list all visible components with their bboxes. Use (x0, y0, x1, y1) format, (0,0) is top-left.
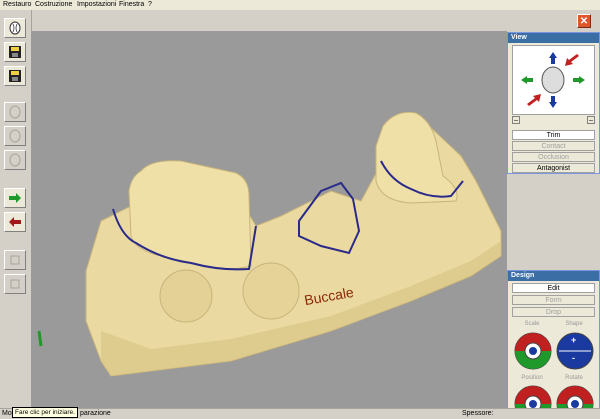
tooth-disabled-button-1[interactable] (4, 102, 26, 122)
menu-costruzione[interactable]: Costruzione (35, 0, 72, 10)
close-icon: ✕ (579, 16, 589, 27)
save-as-icon (9, 70, 21, 82)
rotate-label: Rotate (565, 375, 583, 381)
menu-finestra[interactable]: Finestra (119, 0, 144, 10)
tool-disabled-button-1[interactable] (4, 250, 26, 270)
menu-restauro[interactable]: Restauro (3, 0, 31, 10)
next-button[interactable] (4, 188, 26, 208)
save-as-button[interactable] (4, 66, 26, 86)
edit-button[interactable]: Edit (512, 283, 595, 293)
arrow-right-icon (9, 193, 21, 203)
save-icon (9, 46, 21, 58)
zoom-out-left[interactable]: – (512, 116, 520, 124)
3d-viewport[interactable]: Buccale (31, 31, 507, 408)
arrow-left-icon[interactable] (521, 76, 533, 84)
trim-button[interactable]: Trim (512, 130, 595, 140)
arrow-up-icon[interactable] (549, 52, 557, 64)
design-panel-title: Design (508, 271, 599, 281)
tooth-icon (9, 153, 21, 167)
form-button[interactable]: Form (512, 295, 595, 305)
tooth-bump-1 (159, 269, 213, 323)
dental-model (37, 111, 502, 377)
view-panel: View – – Trim Contact Occlusion Antagoni… (507, 32, 600, 174)
view-navigator[interactable] (512, 45, 595, 115)
antagonist-button[interactable]: Antagonist (512, 163, 595, 173)
menu-help[interactable]: ? (148, 0, 152, 10)
zoom-out-right[interactable]: – (587, 116, 595, 124)
tooth-button[interactable] (4, 18, 26, 38)
shape-minus: - (572, 353, 575, 363)
green-marker-left (37, 330, 43, 347)
design-panel: Design Edit Form Drop Scale Shape + - Po… (507, 270, 600, 418)
tool-icon (10, 279, 20, 289)
close-button[interactable]: ✕ (577, 14, 591, 28)
status-bar: Modi parazione Spessore: (0, 408, 600, 419)
rotate-cw-icon[interactable] (565, 54, 579, 66)
menu-bar: Restauro Costruzione Impostazioni Finest… (0, 0, 600, 10)
top-strip (31, 10, 600, 31)
contact-button[interactable]: Contact (512, 141, 595, 151)
occlusion-button[interactable]: Occlusion (512, 152, 595, 162)
tool-icon (10, 255, 20, 265)
arrow-left-icon (9, 217, 21, 227)
tooth-disabled-button-3[interactable] (4, 150, 26, 170)
position-label: Position (521, 375, 543, 381)
tooth-icon (9, 21, 21, 35)
tooth-icon (9, 105, 21, 119)
save-button[interactable] (4, 42, 26, 62)
menu-impostazioni[interactable]: Impostazioni (77, 0, 116, 10)
scale-wheel[interactable] (513, 331, 553, 371)
arrow-down-icon[interactable] (549, 96, 557, 108)
rotate-ccw-icon[interactable] (527, 94, 541, 106)
left-toolbar (0, 10, 32, 408)
tooth-icon (9, 129, 21, 143)
tooth-disabled-button-2[interactable] (4, 126, 26, 146)
drop-button[interactable]: Drop (512, 307, 595, 317)
tooth-bump-2 (242, 262, 300, 320)
view-panel-title: View (508, 33, 599, 43)
arrow-right-icon[interactable] (573, 76, 585, 84)
scale-label: Scale (524, 321, 540, 327)
tool-disabled-button-2[interactable] (4, 274, 26, 294)
shape-plus: + (571, 335, 577, 345)
shape-label: Shape (565, 321, 583, 327)
tooth-icon (541, 66, 565, 94)
tooltip: Fare clic per iniziare. (12, 407, 78, 418)
back-button[interactable] (4, 212, 26, 232)
